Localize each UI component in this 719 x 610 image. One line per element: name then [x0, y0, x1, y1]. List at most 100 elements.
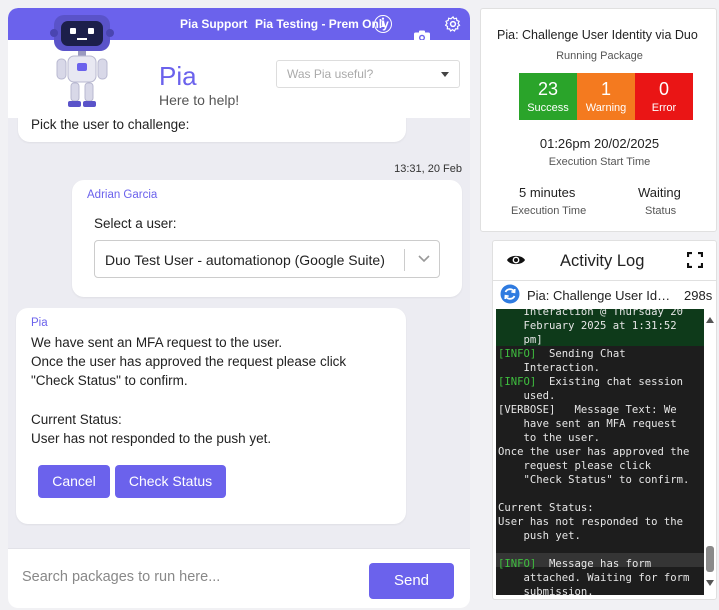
- sender-name: Pia: [31, 317, 48, 329]
- activity-log-panel: Activity Log Pia: Challenge User Identit…: [492, 240, 717, 600]
- message-line: User has not responded to the push yet.: [31, 431, 272, 446]
- log-line: request please click: [498, 459, 652, 473]
- scroll-down-arrow[interactable]: [706, 580, 714, 586]
- error-count: 0 Error: [635, 73, 693, 120]
- log-line: User has not responded to the: [498, 515, 683, 529]
- error-count-label: Error: [651, 102, 677, 114]
- log-level-tag: [INFO]: [498, 348, 537, 360]
- info-icon[interactable]: i: [374, 15, 392, 33]
- warning-count-value: 1: [600, 79, 611, 99]
- pia-robot-mascot: [50, 15, 114, 107]
- warning-count-label: Warning: [585, 102, 627, 114]
- log-line-text: Interaction @ Thursday 20: [498, 309, 683, 318]
- package-state: Waiting: [638, 185, 681, 200]
- log-line-text: attached. Waiting for form: [498, 572, 690, 584]
- success-count: 23 Success: [519, 73, 577, 120]
- log-line-text: "Check Status" to confirm.: [498, 474, 690, 486]
- execution-time-label: Execution Time: [511, 205, 587, 217]
- warning-count: 1 Warning: [577, 73, 635, 120]
- log-line-text: to the user.: [498, 432, 601, 444]
- log-package-name: Pia: Challenge User Identity via Duo: [527, 288, 675, 303]
- log-line: Interaction @ Thursday 20: [498, 309, 683, 319]
- log-line-text: [VERBOSE] Message Text: We: [498, 404, 677, 416]
- log-line-text: User has not responded to the: [498, 516, 683, 528]
- log-line: Current Status:: [498, 501, 594, 515]
- log-line: push yet.: [498, 529, 581, 543]
- log-level-tag: [INFO]: [498, 558, 537, 570]
- log-line-text: Message has form: [536, 558, 652, 570]
- pia-support-link[interactable]: Pia Support: [180, 17, 247, 31]
- feedback-placeholder: Was Pia useful?: [287, 67, 374, 81]
- activity-log-title: Activity Log: [560, 252, 645, 270]
- divider: [493, 280, 716, 281]
- chat-panel: Pia Support Pia Testing - Prem Only i Pi…: [8, 8, 470, 608]
- expand-icon[interactable]: [687, 252, 703, 268]
- scroll-up-arrow[interactable]: [706, 317, 714, 323]
- log-line-text: Once the user has approved the: [498, 446, 690, 458]
- cancel-button[interactable]: Cancel: [38, 465, 110, 498]
- log-line-text: submission.: [498, 586, 594, 595]
- log-line: pm]: [498, 333, 543, 347]
- message-line: We have sent an MFA request to the user.: [31, 335, 283, 350]
- message-timestamp: 13:31, 20 Feb: [394, 163, 462, 175]
- pia-message-card: Pia We have sent an MFA request to the u…: [16, 308, 406, 524]
- execution-start-time: 01:26pm 20/02/2025: [539, 136, 660, 151]
- assistant-title: Pia: [159, 61, 197, 91]
- error-count-value: 0: [658, 79, 669, 99]
- message-line: "Check Status" to confirm.: [31, 373, 188, 388]
- message-bubble: Pick the user to challenge:: [18, 118, 406, 142]
- log-line: have sent an MFA request: [498, 417, 677, 431]
- message-list[interactable]: Pick the user to challenge: 13:31, 20 Fe…: [8, 118, 470, 548]
- chevron-down-icon[interactable]: [417, 251, 431, 265]
- package-state-label: Status: [645, 205, 677, 217]
- log-line-text: Current Status:: [498, 502, 594, 514]
- log-line: to the user.: [498, 431, 601, 445]
- chat-input-bar: Send: [8, 548, 470, 608]
- user-message-card: Adrian Garcia Select a user: Duo Test Us…: [72, 180, 462, 297]
- success-count-label: Success: [527, 102, 569, 114]
- dropdown-divider: [404, 249, 405, 271]
- message-text: Pick the user to challenge:: [31, 118, 190, 132]
- caret-down-icon: [441, 72, 449, 77]
- log-duration: 298s: [684, 288, 713, 303]
- log-console[interactable]: Interaction @ Thursday 20 February 2025 …: [496, 309, 704, 595]
- check-status-button[interactable]: Check Status: [115, 465, 226, 498]
- log-line: [INFO] Sending Chat: [498, 347, 626, 361]
- user-select-value: Duo Test User - automationop (Google Sui…: [105, 252, 385, 268]
- log-line: [INFO] Existing chat session: [498, 375, 683, 389]
- feedback-select[interactable]: Was Pia useful?: [276, 60, 460, 88]
- execution-start-label: Execution Start Time: [548, 156, 651, 168]
- log-line-text: have sent an MFA request: [498, 418, 677, 430]
- select-user-label: Select a user:: [94, 216, 177, 231]
- success-count-value: 23: [537, 79, 559, 99]
- send-button[interactable]: Send: [369, 563, 454, 599]
- package-run-status: Running Package: [556, 50, 643, 62]
- log-line-text: request please click: [498, 460, 652, 472]
- gear-icon[interactable]: [444, 15, 462, 33]
- log-level-tag: [INFO]: [498, 376, 537, 388]
- log-line-text: February 2025 at 1:31:52: [498, 320, 677, 332]
- log-line-text: pm]: [498, 334, 543, 346]
- log-line-text: Sending Chat: [536, 348, 626, 360]
- log-line: used.: [498, 389, 556, 403]
- assistant-subtitle: Here to help!: [159, 92, 240, 108]
- log-line: February 2025 at 1:31:52: [498, 319, 677, 333]
- log-line: "Check Status" to confirm.: [498, 473, 690, 487]
- package-status-panel: Pia: Challenge User Identity via Duo Run…: [480, 8, 717, 232]
- message-line: Current Status:: [31, 412, 122, 427]
- log-scrollbar-thumb[interactable]: [706, 546, 714, 572]
- message-line: Once the user has approved the request p…: [31, 354, 347, 369]
- log-line-text: push yet.: [498, 530, 581, 542]
- pia-testing-link[interactable]: Pia Testing - Prem Only: [255, 17, 389, 31]
- package-search-input[interactable]: [22, 565, 352, 589]
- sender-name: Adrian Garcia: [87, 189, 158, 201]
- refresh-icon[interactable]: [500, 284, 520, 304]
- log-line: submission.: [498, 585, 594, 595]
- eye-icon[interactable]: [506, 253, 526, 267]
- user-select-dropdown[interactable]: Duo Test User - automationop (Google Sui…: [94, 240, 440, 278]
- log-line-text: Existing chat session: [536, 376, 683, 388]
- log-line-text: Interaction.: [498, 362, 601, 374]
- log-line: Interaction.: [498, 361, 601, 375]
- execution-time: 5 minutes: [519, 185, 576, 200]
- log-line-text: used.: [498, 390, 556, 402]
